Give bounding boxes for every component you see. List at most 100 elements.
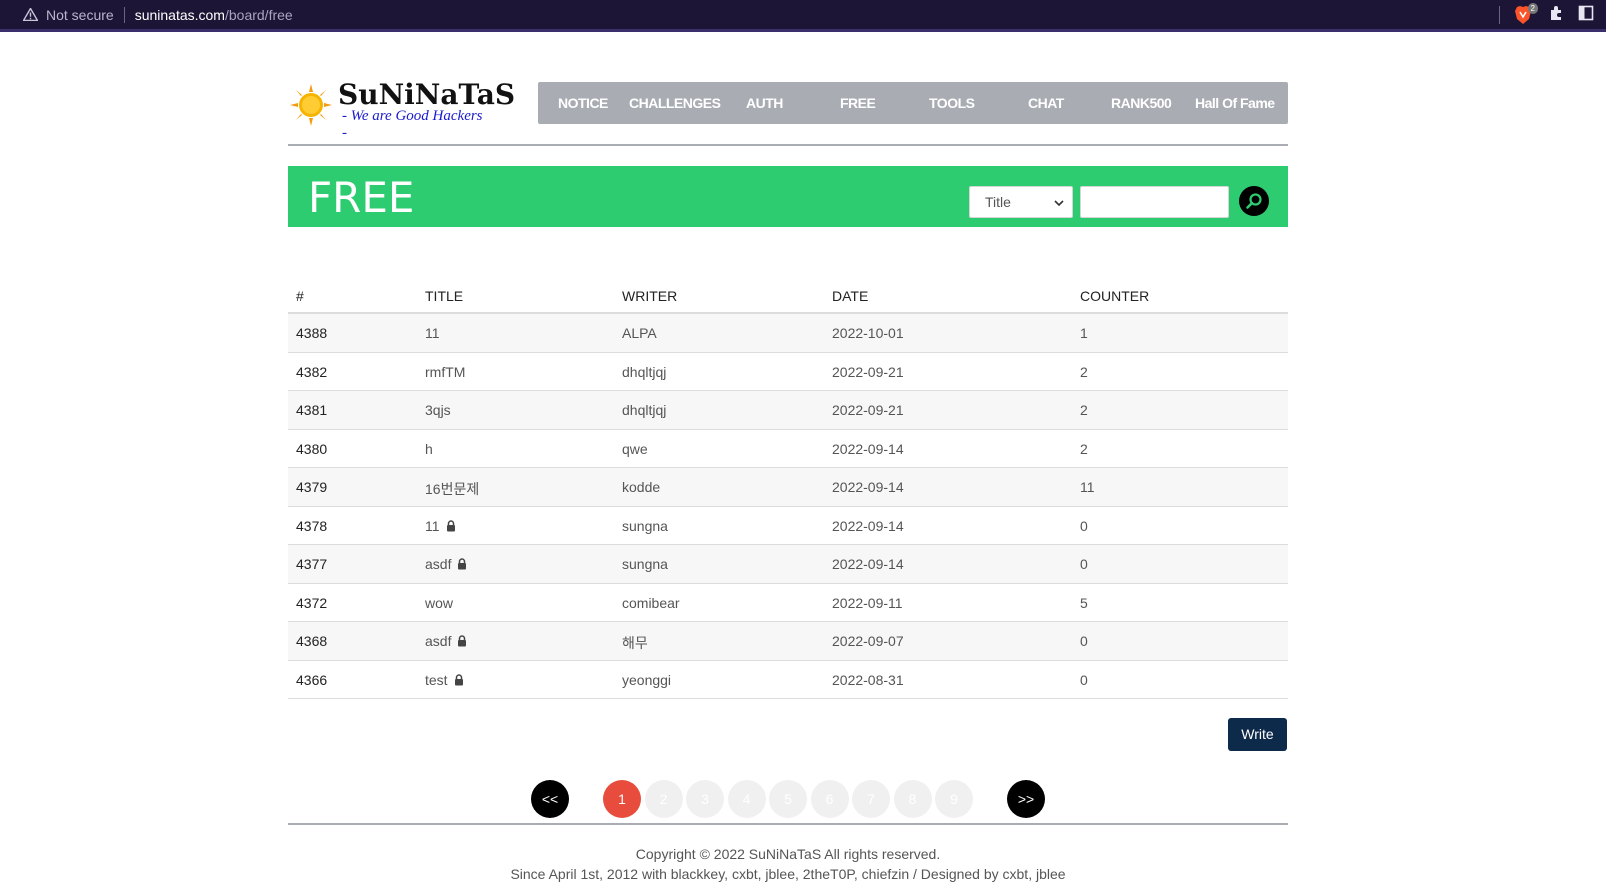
divider xyxy=(1499,5,1500,24)
row-title[interactable]: 3qjs xyxy=(425,402,451,418)
table-row[interactable]: 4366 test yeonggi 2022-08-31 0 xyxy=(288,661,1288,699)
row-writer: dhqltjqj xyxy=(622,402,666,418)
row-title[interactable]: 16번문제 xyxy=(425,479,479,499)
row-date-text: 2022-09-21 xyxy=(832,363,904,380)
nav-free[interactable]: FREE xyxy=(840,82,876,124)
page-button[interactable]: 5 xyxy=(769,780,807,818)
table-row[interactable]: 4378 11 sungna 2022-09-14 0 xyxy=(288,507,1288,545)
sun-icon xyxy=(290,84,332,126)
row-writer: 해무 xyxy=(622,633,648,653)
nav-auth[interactable]: AUTH xyxy=(746,82,783,124)
table-row[interactable]: 4380 h qwe 2022-09-14 2 xyxy=(288,430,1288,468)
row-writer-text: 해무 xyxy=(622,635,648,651)
row-number: 4378 xyxy=(296,518,327,534)
nav-challenges[interactable]: CHALLENGES xyxy=(629,82,721,124)
search-icon xyxy=(1246,193,1262,209)
row-writer: kodde xyxy=(622,479,660,495)
nav-rank500[interactable]: RANK500 xyxy=(1111,82,1172,124)
url-field[interactable]: suninatas.com/board/free xyxy=(135,7,293,23)
brave-shields-icon[interactable]: 2 xyxy=(1514,2,1538,25)
row-title[interactable]: test xyxy=(425,672,464,689)
row-title[interactable]: rmfTM xyxy=(425,364,465,380)
row-number: 4377 xyxy=(296,556,327,572)
row-title[interactable]: 11 xyxy=(425,518,456,535)
table-row[interactable]: 4372 wow comibear 2022-09-11 5 xyxy=(288,584,1288,622)
board-banner: FREE Title xyxy=(288,166,1288,227)
nav-hall-of-fame[interactable]: Hall Of Fame xyxy=(1195,82,1275,124)
row-writer-text: dhqltjqj xyxy=(622,363,667,380)
row-number: 4382 xyxy=(296,364,327,380)
row-title[interactable]: wow xyxy=(425,595,453,611)
table-row[interactable]: 4382 rmfTM dhqltjqj 2022-09-21 2 xyxy=(288,353,1288,391)
row-writer: qwe xyxy=(622,441,648,457)
site-logo[interactable]: SuNiNaTaS - We are Good Hackers - xyxy=(290,78,515,141)
row-title[interactable]: asdf xyxy=(425,633,467,650)
sidebar-toggle-icon[interactable] xyxy=(1578,5,1594,24)
row-date-text: 2022-09-14 xyxy=(832,440,904,457)
security-status[interactable]: Not secure xyxy=(46,7,114,23)
warning-icon[interactable] xyxy=(22,8,38,22)
prev-page-button[interactable]: << xyxy=(531,780,569,818)
table-row[interactable]: 4368 asdf 해무 2022-09-07 0 xyxy=(288,622,1288,661)
search-field-select[interactable]: Title xyxy=(969,186,1073,218)
row-number-text: 4377 xyxy=(296,556,328,572)
divider xyxy=(123,6,125,23)
row-date-text: 2022-09-14 xyxy=(832,517,904,534)
header-writer: WRITER xyxy=(622,288,678,304)
page-button[interactable]: 6 xyxy=(810,780,849,818)
row-counter-text: 5 xyxy=(1080,594,1088,611)
nav-tools[interactable]: TOOLS xyxy=(929,82,975,124)
page-button[interactable]: 9 xyxy=(935,780,973,818)
row-date: 2022-09-14 xyxy=(832,441,904,457)
write-button[interactable]: Write xyxy=(1228,718,1287,751)
row-number: 4379 xyxy=(296,479,327,495)
page-button[interactable]: 3 xyxy=(686,780,724,818)
row-number-text: 4378 xyxy=(296,517,328,534)
row-number-text: 4380 xyxy=(296,440,328,457)
shields-count-badge: 2 xyxy=(1527,2,1538,14)
nav-notice[interactable]: NOTICE xyxy=(558,82,608,124)
row-title-text: 11 xyxy=(425,517,440,534)
table-body: 4388 11 ALPA 2022-10-01 1 4382 rmfTM dhqltjqj 20… xyxy=(288,314,1288,699)
row-date: 2022-09-14 xyxy=(832,479,904,495)
browser-toolbar: 2 xyxy=(1499,0,1606,29)
table-header: # TITLE WRITER DATE COUNTER xyxy=(288,282,1288,314)
search-button[interactable] xyxy=(1239,186,1269,216)
search-field-selected: Title xyxy=(985,194,1011,210)
table-row[interactable]: 4377 asdf sungna 2022-09-14 0 xyxy=(288,545,1288,584)
page-button[interactable]: 7 xyxy=(852,780,890,818)
row-title[interactable]: 11 xyxy=(425,325,440,341)
row-number-text: 4382 xyxy=(296,363,328,380)
row-writer: comibear xyxy=(622,595,680,611)
row-title[interactable]: h xyxy=(425,441,433,457)
row-date: 2022-09-21 xyxy=(832,402,904,418)
row-date-text: 2022-10-01 xyxy=(832,325,904,341)
footer-credits: Since April 1st, 2012 with blackkey, cxb… xyxy=(510,866,1066,882)
lock-icon xyxy=(446,519,456,535)
footer-divider xyxy=(288,823,1288,825)
lock-icon xyxy=(457,557,467,573)
nav-chat[interactable]: CHAT xyxy=(1028,82,1064,124)
chevron-down-icon xyxy=(1054,200,1064,207)
table-row[interactable]: 4388 11 ALPA 2022-10-01 1 xyxy=(288,314,1288,353)
table-row[interactable]: 4381 3qjs dhqltjqj 2022-09-21 2 xyxy=(288,391,1288,430)
table-row[interactable]: 4379 16번문제 kodde 2022-09-14 11 xyxy=(288,468,1288,507)
page-button[interactable]: 1 xyxy=(603,780,641,818)
row-date: 2022-09-11 xyxy=(832,595,903,611)
page-button[interactable]: 2 xyxy=(644,780,683,818)
extensions-icon[interactable] xyxy=(1548,5,1564,24)
row-writer-text: comibear xyxy=(622,594,680,611)
next-page-button[interactable]: >> xyxy=(1007,780,1045,818)
page-button[interactable]: 4 xyxy=(727,780,766,818)
row-counter: 2 xyxy=(1080,364,1088,380)
page-button[interactable]: 8 xyxy=(893,780,932,818)
row-counter: 2 xyxy=(1080,441,1088,457)
row-date: 2022-10-01 xyxy=(832,325,904,341)
search-input[interactable] xyxy=(1080,186,1229,218)
row-title[interactable]: asdf xyxy=(425,556,467,573)
row-writer-text: sungna xyxy=(622,517,668,534)
row-number-text: 4366 xyxy=(296,671,328,688)
row-counter-text: 0 xyxy=(1080,517,1088,534)
row-counter-text: 11 xyxy=(1080,479,1095,495)
header-divider xyxy=(288,144,1288,146)
